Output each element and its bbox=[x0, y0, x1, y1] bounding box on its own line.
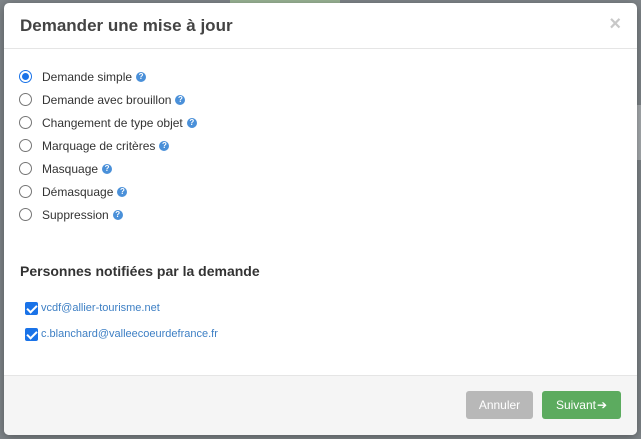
option-label: Demande simple bbox=[42, 69, 133, 84]
close-button[interactable]: × bbox=[609, 13, 621, 35]
option-demasquage[interactable]: Démasquage ? bbox=[19, 180, 197, 203]
modal-footer: Annuler Suivant➔ bbox=[4, 375, 637, 435]
option-marquage-criteres[interactable]: Marquage de critères ? bbox=[19, 134, 197, 157]
option-label: Marquage de critères bbox=[42, 138, 156, 153]
notified-list: vcdf@allier-tourisme.net c.blanchard@val… bbox=[25, 295, 218, 347]
radio-button[interactable] bbox=[19, 116, 32, 129]
arrow-right-icon: ➔ bbox=[596, 398, 608, 412]
help-icon[interactable]: ? bbox=[159, 140, 170, 151]
option-label: Demande avec brouillon bbox=[42, 92, 172, 107]
help-icon[interactable]: ? bbox=[175, 94, 186, 105]
option-label: Démasquage bbox=[42, 184, 114, 199]
option-masquage[interactable]: Masquage ? bbox=[19, 157, 197, 180]
list-item[interactable]: c.blanchard@valleecoeurdefrance.fr bbox=[25, 321, 218, 347]
radio-button[interactable] bbox=[19, 93, 32, 106]
radio-button[interactable] bbox=[19, 208, 32, 221]
option-label: Suppression bbox=[42, 207, 109, 222]
checkbox[interactable] bbox=[25, 327, 38, 341]
help-icon[interactable]: ? bbox=[117, 186, 128, 197]
next-button-label: Suivant bbox=[555, 398, 596, 412]
modal-title: Demander une mise à jour bbox=[20, 16, 233, 35]
option-changement-type-objet[interactable]: Changement de type objet ? bbox=[19, 111, 197, 134]
help-icon[interactable]: ? bbox=[186, 117, 197, 128]
radio-button[interactable] bbox=[19, 139, 32, 152]
help-icon[interactable]: ? bbox=[136, 71, 147, 82]
option-demande-avec-brouillon[interactable]: Demande avec brouillon ? bbox=[19, 88, 197, 111]
list-item[interactable]: vcdf@allier-tourisme.net bbox=[25, 295, 218, 321]
help-icon[interactable]: ? bbox=[112, 209, 123, 220]
request-type-options: Demande simple ? Demande avec brouillon … bbox=[19, 65, 197, 226]
radio-button[interactable] bbox=[19, 70, 32, 83]
option-suppression[interactable]: Suppression ? bbox=[19, 203, 197, 226]
email-link[interactable]: vcdf@allier-tourisme.net bbox=[41, 302, 160, 314]
notified-section-title: Personnes notifiées par la demande bbox=[20, 263, 260, 279]
cancel-button[interactable]: Annuler bbox=[466, 391, 533, 419]
update-request-modal: Demander une mise à jour × Demande simpl… bbox=[4, 3, 637, 435]
option-demande-simple[interactable]: Demande simple ? bbox=[19, 65, 197, 88]
radio-button[interactable] bbox=[19, 162, 32, 175]
radio-button[interactable] bbox=[19, 185, 32, 198]
help-icon[interactable]: ? bbox=[102, 163, 113, 174]
option-label: Changement de type objet bbox=[42, 115, 183, 130]
checkbox[interactable] bbox=[25, 301, 38, 315]
modal-header: Demander une mise à jour × bbox=[4, 3, 637, 49]
option-label: Masquage bbox=[42, 161, 99, 176]
next-button[interactable]: Suivant➔ bbox=[542, 391, 621, 419]
email-link[interactable]: c.blanchard@valleecoeurdefrance.fr bbox=[41, 328, 218, 340]
